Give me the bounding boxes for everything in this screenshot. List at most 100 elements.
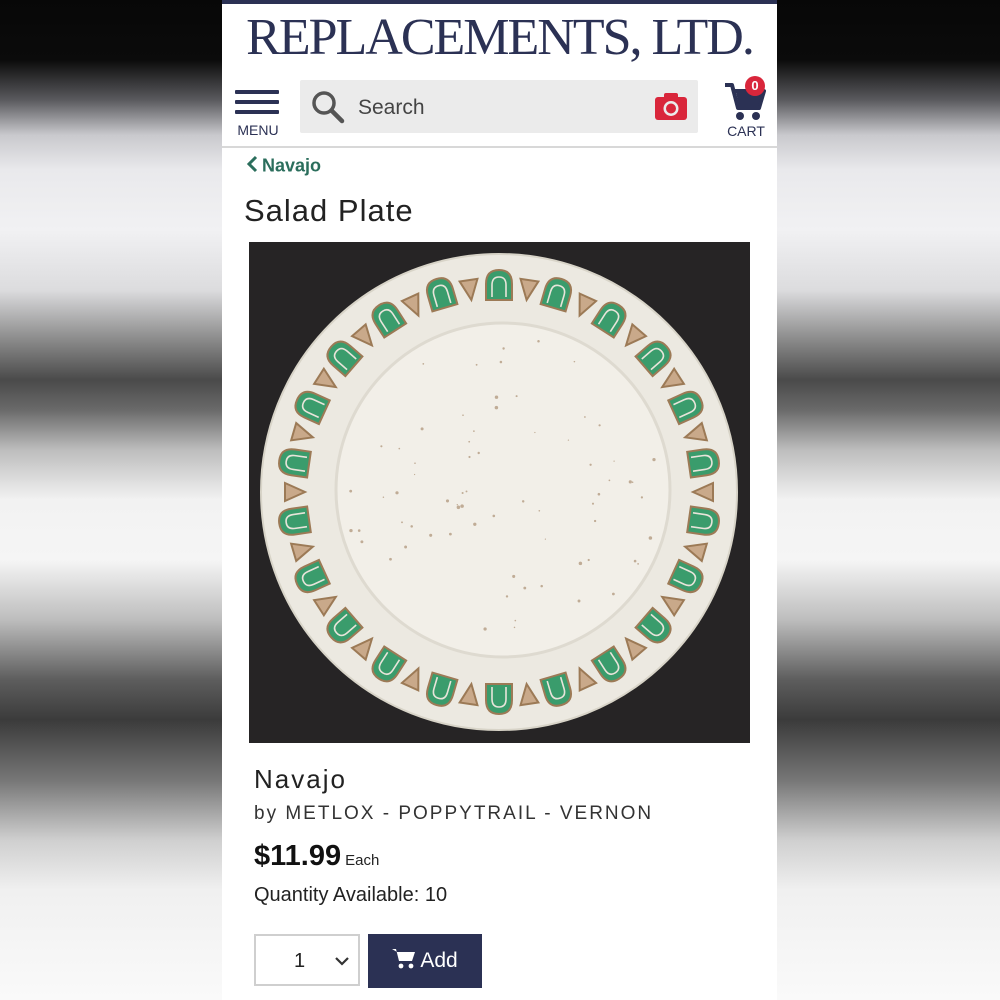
cart-count-badge: 0: [745, 76, 765, 96]
pattern-name[interactable]: Navajo: [254, 764, 347, 795]
plate-illustration: [260, 253, 738, 731]
plate-speck: [449, 532, 452, 536]
add-to-cart-button[interactable]: Add: [368, 934, 482, 988]
plate-speck: [598, 424, 601, 427]
quantity-available: Quantity Available: 10: [254, 884, 448, 906]
hamburger-icon: [235, 90, 279, 94]
plate-speck: [534, 431, 536, 434]
plate-speck: [473, 430, 475, 432]
price-row: $11.99 Each: [254, 840, 379, 876]
plate-speck: [357, 529, 361, 532]
plate-speck: [456, 505, 461, 510]
plate-speck: [456, 504, 458, 506]
plate-speck: [502, 347, 505, 350]
plate-shield-motif: [686, 505, 720, 536]
plate-speck: [544, 538, 546, 540]
plate-speck: [538, 509, 541, 512]
plate-speck: [404, 545, 408, 549]
page-title: Salad Plate: [244, 193, 414, 228]
plate-speck: [483, 627, 487, 631]
plate-speck: [628, 480, 632, 484]
plate-shield-motif: [485, 268, 513, 301]
plate-speck: [584, 416, 586, 418]
plate-speck: [637, 563, 639, 565]
search-bar[interactable]: [300, 80, 698, 133]
plate-speck: [422, 363, 425, 365]
manufacturer[interactable]: by METLOX - POPPYTRAIL - VERNON: [254, 803, 653, 825]
price: $11.99: [254, 840, 342, 872]
plate-speck: [513, 626, 516, 629]
chevron-down-icon: [334, 954, 350, 972]
plate-speck: [395, 491, 399, 495]
plate-speck: [648, 536, 653, 540]
plate-speck: [612, 592, 615, 596]
plate-speck: [410, 525, 413, 528]
breadcrumb-label: Navajo: [262, 155, 322, 176]
plate-speck: [652, 457, 656, 462]
plate-shield-motif: [278, 448, 312, 479]
plate-speck: [512, 574, 516, 578]
plate-speck: [515, 395, 518, 398]
plate-speck: [382, 496, 385, 498]
cart-button[interactable]: 0 CART: [720, 76, 772, 140]
plate-speck: [468, 455, 471, 459]
quantity-select[interactable]: 1: [254, 934, 360, 986]
plate-speck: [401, 521, 403, 524]
product-image[interactable]: [249, 242, 750, 743]
plate-speck: [593, 519, 597, 523]
plate-speck: [468, 440, 471, 443]
search-icon[interactable]: [310, 89, 346, 130]
price-unit: Each: [345, 852, 380, 869]
plate-speck: [608, 479, 611, 482]
plate-speck: [398, 447, 401, 450]
plate-speck: [578, 561, 583, 566]
plate-speck: [413, 473, 416, 476]
plate-speck: [494, 395, 499, 399]
site-logo[interactable]: REPLACEMENTS, LTD.: [222, 10, 777, 66]
plate-speck: [521, 500, 525, 503]
plate-speck: [477, 451, 480, 455]
plate-speck: [414, 462, 416, 464]
plate-speck: [540, 584, 543, 588]
plate-speck: [577, 599, 581, 603]
menu-label: MENU: [237, 122, 279, 138]
plate-speck: [460, 504, 464, 508]
top-accent-bar: [222, 0, 777, 4]
plate-speck: [475, 363, 478, 366]
plate-speck: [360, 540, 364, 544]
plate-speck: [494, 405, 499, 410]
quantity-value: 1: [294, 950, 306, 972]
plate-speck: [591, 502, 595, 505]
plate-speck: [573, 360, 576, 363]
plate-shield-motif: [278, 505, 312, 536]
plate-speck: [429, 533, 433, 537]
plate-speck: [613, 460, 615, 462]
plate-speck: [523, 586, 527, 590]
menu-button[interactable]: MENU: [234, 86, 282, 142]
hamburger-bar: [235, 100, 279, 104]
plate-speck: [420, 427, 424, 431]
plate-speck: [633, 559, 637, 563]
chevron-left-icon: [246, 155, 258, 178]
plate-speck: [587, 558, 590, 562]
plate-speck: [473, 522, 477, 526]
plate-speck: [631, 481, 634, 483]
plate-speck: [389, 557, 392, 561]
plate-speck: [499, 360, 503, 364]
hamburger-bar: [235, 110, 279, 114]
plate-speck: [445, 499, 450, 503]
plate-speck: [461, 491, 464, 495]
plate-shield-motif: [686, 448, 720, 479]
cart-icon: [392, 947, 416, 975]
plate-speck: [349, 489, 353, 493]
plate-speck: [537, 339, 540, 343]
plate-speck: [589, 463, 592, 466]
cart-label: CART: [727, 123, 765, 139]
search-input[interactable]: [356, 88, 650, 128]
header-divider: [222, 146, 777, 148]
plate-shield-motif: [485, 683, 513, 716]
camera-icon[interactable]: [654, 90, 688, 127]
breadcrumb-back-link[interactable]: Navajo: [246, 155, 321, 181]
mobile-page: REPLACEMENTS, LTD. MENU Search 0 CART Na…: [222, 0, 777, 1000]
plate-speck: [514, 619, 517, 622]
